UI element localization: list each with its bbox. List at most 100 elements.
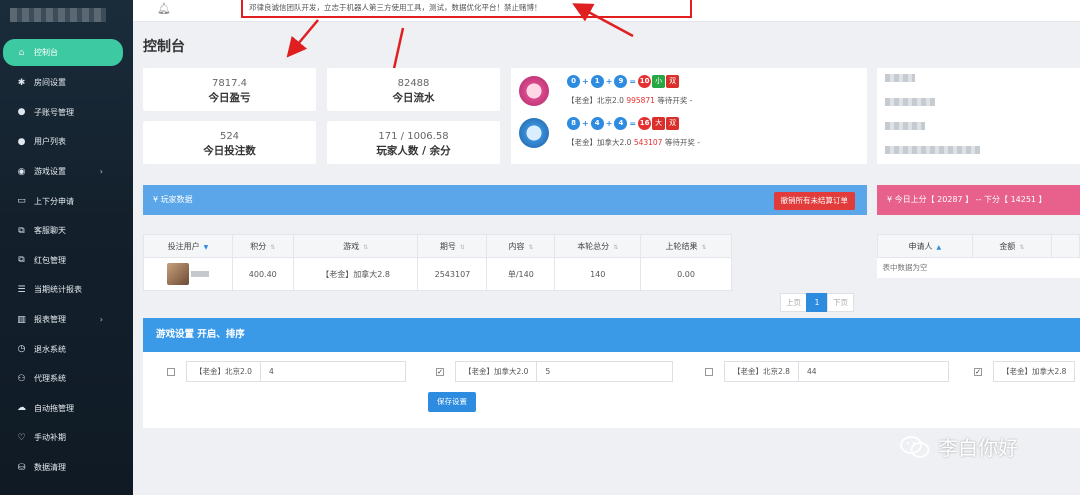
topbar: 🔔︎ 邓律良诚信团队开发，立志于机器人第三方使用工具，测试，数据优化平台！禁止赌… [133,0,1080,22]
sidebar-item-label: 代理系统 [34,374,66,384]
stat-label: 玩家人数 / 余分 [376,145,451,157]
blurred-text [885,98,935,106]
column-header[interactable]: 金额 ⇅ [971,234,1053,258]
column-label: 内容 [508,241,525,251]
result-size-tag: 大 [652,117,666,130]
column-label: 游戏 [343,241,360,251]
sort-icon: ⇅ [270,243,276,251]
sidebar-item-label: 上下分申请 [34,196,74,206]
users-icon: ⚇ [17,373,26,384]
sort-icon: ⇅ [528,243,534,251]
pagination: 上页 1 下页 [780,293,854,312]
game-setting-item: ✓ 【老金】加拿大2.8 [974,361,1076,382]
game-order-input[interactable]: 5 [537,361,674,382]
sidebar-item-dashboard[interactable]: ⌂ 控制台 [3,39,123,66]
lottery-info: 【老金】北京2.0 995871 等待开奖 - [567,95,692,106]
panel-title: ¥ 玩家数据 [153,195,193,204]
sidebar-item-room-settings[interactable]: ✱ 房间设置 [0,68,133,98]
sidebar-item-label: 报表管理 [34,315,66,325]
game-setting-item: ✓ 【老金】加拿大2.0 5 [436,361,674,382]
gear-icon: ✱ [17,77,26,88]
bell-icon[interactable]: 🔔︎ [157,2,171,15]
stat-label: 今日投注数 [203,145,256,157]
column-header [1051,234,1080,258]
sidebar-item-game-settings[interactable]: ◉ 游戏设置 › [0,157,133,187]
game-enable-checkbox[interactable] [167,367,175,376]
lottery-status: 等待开奖 - [664,138,700,147]
sidebar-item-label: 客服聊天 [34,226,66,236]
column-header[interactable]: 游戏 ⇅ [292,234,419,258]
table-cell: 140 [554,257,642,291]
column-header[interactable]: 内容 ⇅ [486,234,556,258]
sidebar-item-score-requests[interactable]: ▭ 上下分申请 [0,186,133,216]
blurred-info-card [877,68,1080,164]
sort-icon: ⇅ [363,243,369,251]
player-data-table: 投注用户 ▼ 积分 ⇅ 游戏 ⇅ 期号 ⇅ 内容 ⇅ 本轮总分 ⇅ 上轮结果 ⇅ 400.40… [143,234,732,291]
lottery-status: 等待开奖 - [657,96,693,105]
game-settings-header: 游戏设置 开启、排序 [143,318,1080,352]
lottery-issue: 995871 [626,96,655,105]
sidebar-item-sub-accounts[interactable]: ● 子账号管理 [0,98,133,128]
game-setting-item: 【老金】北京2.8 44 [705,361,949,382]
result-ball: 0 [567,75,580,88]
player-data-header: ¥ 玩家数据 撤销所有未结算订单 [143,185,867,215]
page-number-button[interactable]: 1 [806,293,828,312]
sidebar-item-label: 控制台 [34,48,58,57]
sidebar-item-auto-bot[interactable]: ☁ 自动拖管理 [0,394,133,424]
game-setting-item: 【老金】北京2.0 4 [167,361,406,382]
stat-card-players: 171 / 1006.58 玩家人数 / 余分 [327,121,500,164]
game-enable-checkbox[interactable]: ✓ [974,367,982,376]
sidebar: ⌂ 控制台 ✱ 房间设置 ● 子账号管理 ● 用户列表 ◉ 游戏设置 › ▭ 上下分申请 ⧉ 客… [0,0,133,495]
table-cell: 0.00 [640,257,732,291]
sidebar-item-manual-period[interactable]: ♡ 手动补期 [0,423,133,453]
column-header[interactable]: 上轮结果 ⇅ [640,234,732,258]
save-settings-button[interactable]: 保存设置 [428,392,476,412]
avatar [166,263,189,285]
sidebar-item-data-cleanup[interactable]: ⛁ 数据清理 [0,453,133,483]
lottery-name: 【老金】加拿大2.0 [567,138,632,147]
game-order-input[interactable]: 4 [260,361,406,382]
sidebar-item-reports[interactable]: ▥ 报表管理 › [0,305,133,335]
column-header[interactable]: 投注用户 ▼ [143,234,233,258]
empty-table-message: 表中数据为空 [882,263,928,273]
sidebar-item-period-report[interactable]: ☰ 当期统计报表 [0,275,133,305]
sidebar-item-label: 退水系统 [34,344,66,354]
prev-page-button[interactable]: 上页 [780,293,807,312]
stat-value: 524 [219,131,240,142]
game-name: 【老金】北京2.8 [724,361,799,382]
game-enable-checkbox[interactable] [705,367,713,376]
sort-icon: ⇅ [1019,243,1025,251]
game-settings-panel: 【老金】北京2.0 4 ✓ 【老金】加拿大2.0 5 【老金】北京2.8 44 … [143,352,1080,428]
column-label: 金额 [999,241,1016,251]
table-row[interactable]: 400.40 【老金】加拿大2.8 2543107 单/140 140 0.00 [143,257,732,291]
sidebar-item-agent[interactable]: ⚇ 代理系统 [0,364,133,394]
chart-icon: ▥ [17,314,26,325]
blurred-text [885,146,980,154]
sidebar-item-user-list[interactable]: ● 用户列表 [0,127,133,157]
game-enable-checkbox[interactable]: ✓ [436,367,444,376]
table-cell: 单/140 [486,257,556,291]
game-order-input[interactable]: 44 [798,361,949,382]
sidebar-item-red-packets[interactable]: ⧉ 红包管理 [0,246,133,276]
column-header[interactable]: 积分 ⇅ [231,234,294,258]
brand-logo [10,8,106,22]
stat-card-profit: 7817.4 今日盈亏 [143,68,316,111]
sidebar-menu: ⌂ 控制台 ✱ 房间设置 ● 子账号管理 ● 用户列表 ◉ 游戏设置 › ▭ 上下分申请 ⧉ 客… [0,39,133,482]
sidebar-item-label: 手动补期 [34,433,66,443]
sidebar-item-support-chat[interactable]: ⧉ 客服聊天 [0,216,133,246]
column-header[interactable]: 本轮总分 ⇅ [554,234,642,258]
column-header[interactable]: 申请人 ▲ [877,234,973,258]
lottery-card: 0 + 1 + 9 = 10 小 双 【老金】北京2.0 995871 等待开奖 - … [511,68,867,164]
column-header[interactable]: 期号 ⇅ [417,234,488,258]
chevron-right-icon: › [99,167,103,177]
stat-value: 171 / 1006.58 [378,131,449,142]
next-page-button[interactable]: 下页 [827,293,854,312]
stat-card-bets: 524 今日投注数 [143,121,316,164]
sidebar-item-rebate[interactable]: ◷ 退水系统 [0,334,133,364]
sidebar-item-label: 子账号管理 [34,107,74,117]
table-cell: 2543107 [417,257,488,291]
column-label: 期号 [439,241,456,251]
cancel-unsettled-orders-button[interactable]: 撤销所有未结算订单 [773,192,855,210]
sort-icon: ⇅ [701,243,707,251]
result-size-tag: 小 [652,75,666,88]
